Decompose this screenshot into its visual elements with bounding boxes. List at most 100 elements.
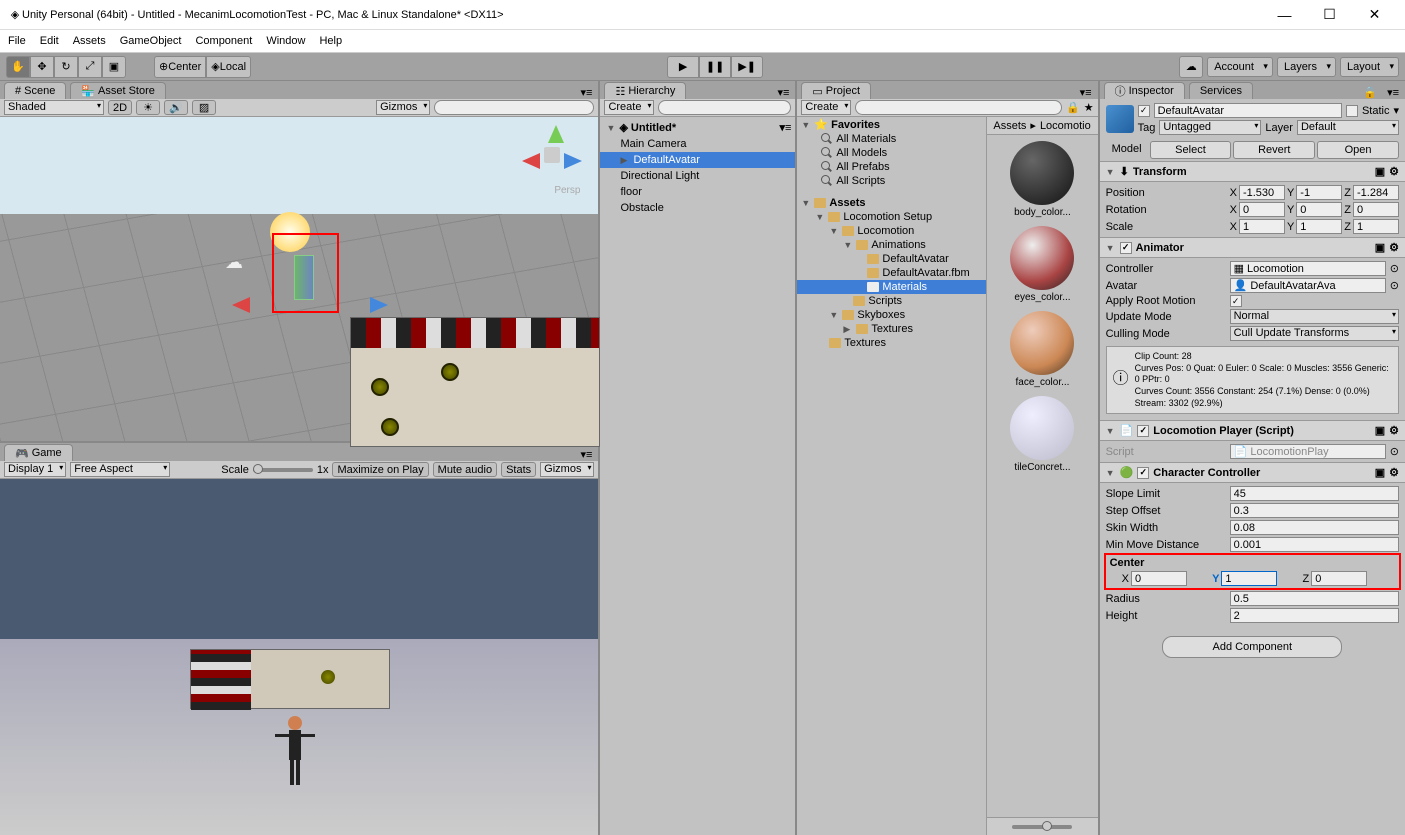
- layers-dropdown[interactable]: Layers: [1277, 57, 1336, 77]
- scl-z[interactable]: [1353, 219, 1399, 234]
- scene-viewport[interactable]: Persp ☁: [0, 117, 598, 441]
- layout-dropdown[interactable]: Layout: [1340, 57, 1399, 77]
- fav-item[interactable]: All Scripts: [797, 174, 986, 188]
- material-thumb[interactable]: face_color...: [993, 311, 1091, 388]
- folder-item[interactable]: ▶ Textures: [797, 322, 986, 336]
- fav-item[interactable]: All Models: [797, 146, 986, 160]
- mute-audio[interactable]: Mute audio: [433, 462, 497, 477]
- folder-item[interactable]: ▼ Animations: [797, 238, 986, 252]
- culling-mode-dropdown[interactable]: Cull Update Transforms: [1230, 326, 1399, 341]
- display-dropdown[interactable]: Display 1: [4, 462, 66, 477]
- gameobject-name-input[interactable]: [1154, 103, 1342, 118]
- update-mode-dropdown[interactable]: Normal: [1230, 309, 1399, 324]
- audio-toggle[interactable]: 🔊: [164, 100, 188, 115]
- pos-z[interactable]: [1353, 185, 1399, 200]
- hierarchy-create[interactable]: Create: [604, 100, 654, 115]
- scene-search[interactable]: [434, 100, 594, 115]
- hierarchy-item[interactable]: Directional Light: [600, 168, 795, 184]
- panel-menu-icon[interactable]: ▾≡: [1381, 86, 1405, 99]
- pivot-local-button[interactable]: ◈ Local: [206, 56, 251, 78]
- min-move-dist[interactable]: [1230, 537, 1399, 552]
- gizmos-dropdown[interactable]: Gizmos: [376, 100, 430, 115]
- move-handle-z[interactable]: [370, 297, 388, 313]
- loco-script-header[interactable]: ▼📄✓ Locomotion Player (Script)▣: [1100, 420, 1405, 441]
- favorites-root[interactable]: ▼⭐ Favorites: [797, 117, 986, 132]
- lighting-toggle[interactable]: ☀: [136, 100, 160, 115]
- gear-icon[interactable]: [1389, 466, 1399, 479]
- game-viewport[interactable]: [0, 479, 598, 835]
- menu-help[interactable]: Help: [319, 35, 342, 47]
- scale-tool[interactable]: ⤢: [78, 56, 102, 78]
- filter-icon[interactable]: ★: [1084, 101, 1094, 114]
- maximize-button[interactable]: ☐: [1307, 0, 1352, 30]
- lock-icon[interactable]: 🔒: [1359, 86, 1381, 99]
- fx-toggle[interactable]: ▨: [192, 100, 216, 115]
- pause-button[interactable]: ❚❚: [699, 56, 731, 78]
- gear-icon[interactable]: [1389, 424, 1399, 437]
- skin-width[interactable]: [1230, 520, 1399, 535]
- center-y[interactable]: [1221, 571, 1277, 586]
- add-component-button[interactable]: Add Component: [1162, 636, 1342, 658]
- panel-menu-icon[interactable]: ▾≡: [575, 86, 599, 99]
- center-z[interactable]: [1311, 571, 1367, 586]
- select-button[interactable]: Select: [1150, 141, 1232, 159]
- height[interactable]: [1230, 608, 1399, 623]
- shaded-dropdown[interactable]: Shaded: [4, 100, 104, 115]
- project-search[interactable]: [855, 100, 1062, 115]
- center-x[interactable]: [1131, 571, 1187, 586]
- scene-root[interactable]: ▼◈ Untitled*▾≡: [600, 119, 795, 136]
- menu-gameobject[interactable]: GameObject: [120, 35, 182, 47]
- picker-icon[interactable]: ⊙: [1390, 262, 1399, 275]
- rot-y[interactable]: [1296, 202, 1342, 217]
- folder-item[interactable]: ▼ Locomotion: [797, 224, 986, 238]
- help-icon[interactable]: ▣: [1375, 466, 1385, 479]
- scl-x[interactable]: [1239, 219, 1285, 234]
- animator-header[interactable]: ▼✓ Animator▣: [1100, 237, 1405, 258]
- radius[interactable]: [1230, 591, 1399, 606]
- fav-item[interactable]: All Prefabs: [797, 160, 986, 174]
- material-thumb[interactable]: eyes_color...: [993, 226, 1091, 303]
- panel-menu-icon[interactable]: ▾≡: [575, 448, 599, 461]
- game-tab[interactable]: 🎮 Game: [4, 444, 73, 461]
- picker-icon[interactable]: ⊙: [1390, 445, 1399, 458]
- step-button[interactable]: ▶❚: [731, 56, 763, 78]
- folder-item[interactable]: ▼ Skyboxes: [797, 308, 986, 322]
- menu-edit[interactable]: Edit: [40, 35, 59, 47]
- fav-item[interactable]: All Materials: [797, 132, 986, 146]
- controller-field[interactable]: ▦ Locomotion: [1230, 261, 1386, 276]
- move-handle-x[interactable]: [232, 297, 250, 313]
- gear-icon[interactable]: [1389, 165, 1399, 178]
- transform-header[interactable]: ▼⬇ Transform▣: [1100, 161, 1405, 182]
- stats-button[interactable]: Stats: [501, 462, 536, 477]
- hierarchy-item[interactable]: floor: [600, 184, 795, 200]
- hierarchy-search[interactable]: [658, 100, 791, 115]
- rect-tool[interactable]: ▣: [102, 56, 126, 78]
- rot-z[interactable]: [1353, 202, 1399, 217]
- help-icon[interactable]: ▣: [1375, 241, 1385, 254]
- game-gizmos-dropdown[interactable]: Gizmos: [540, 462, 594, 477]
- menu-window[interactable]: Window: [266, 35, 305, 47]
- active-checkbox[interactable]: ✓: [1138, 105, 1150, 117]
- hierarchy-item-selected[interactable]: ▶DefaultAvatar: [600, 152, 795, 168]
- picker-icon[interactable]: ⊙: [1390, 279, 1399, 292]
- 2d-toggle[interactable]: 2D: [108, 100, 132, 115]
- close-button[interactable]: ✕: [1352, 0, 1397, 30]
- gear-icon[interactable]: [1389, 241, 1399, 254]
- project-tab[interactable]: ▭ Project: [801, 82, 871, 99]
- axis-gizmo[interactable]: [522, 125, 582, 185]
- static-dropdown-icon[interactable]: ▾: [1393, 104, 1399, 117]
- hierarchy-item[interactable]: Obstacle: [600, 200, 795, 216]
- filter-icon[interactable]: 🔒: [1066, 101, 1080, 114]
- hierarchy-tab[interactable]: ☷ Hierarchy: [604, 82, 686, 99]
- open-button[interactable]: Open: [1317, 141, 1399, 159]
- menu-file[interactable]: File: [8, 35, 26, 47]
- folder-item[interactable]: DefaultAvatar: [797, 252, 986, 266]
- cloud-button[interactable]: ☁: [1179, 56, 1203, 78]
- help-icon[interactable]: ▣: [1375, 165, 1385, 178]
- material-thumb[interactable]: tileConcret...: [993, 396, 1091, 473]
- folder-item[interactable]: ▼ Locomotion Setup: [797, 210, 986, 224]
- help-icon[interactable]: ▣: [1375, 424, 1385, 437]
- folder-item-selected[interactable]: Materials: [797, 280, 986, 294]
- script-field[interactable]: 📄 LocomotionPlay: [1230, 444, 1386, 459]
- tag-dropdown[interactable]: Untagged: [1159, 120, 1261, 135]
